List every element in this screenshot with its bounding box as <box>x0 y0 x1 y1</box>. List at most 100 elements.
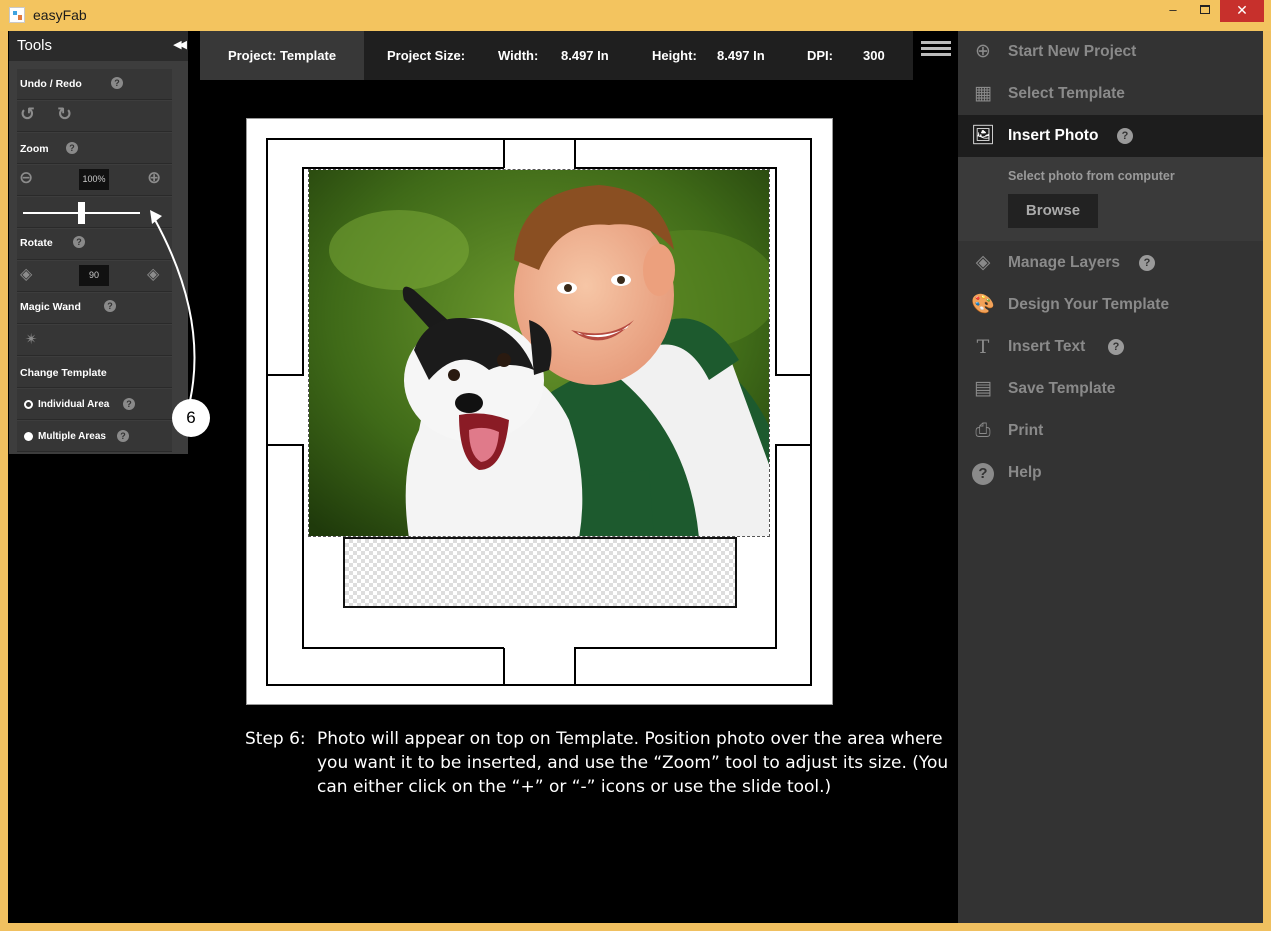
close-button[interactable]: ✕ <box>1220 0 1264 22</box>
tools-header: Tools ◀◀ <box>9 31 188 61</box>
template-line <box>266 374 304 376</box>
maximize-button[interactable] <box>1190 0 1220 22</box>
zoom-slider-thumb[interactable] <box>78 202 85 224</box>
width-value: 8.497 In <box>561 48 609 63</box>
step-body: Photo will appear on top on Template. Po… <box>317 729 949 797</box>
sidebar-label: Start New Project <box>1008 43 1137 60</box>
template-canvas[interactable] <box>246 118 833 705</box>
rotate-help-icon[interactable]: ? <box>73 236 85 248</box>
individual-area-help-icon[interactable]: ? <box>123 398 135 410</box>
photo-boy-and-dog <box>309 170 769 536</box>
text-icon: T <box>976 336 990 358</box>
magic-wand-label: Magic Wand <box>20 301 81 313</box>
undo-icon[interactable]: ↺ <box>20 104 35 125</box>
sidebar-item-save-template[interactable]: ▤ Save Template <box>958 368 1263 410</box>
multiple-areas-help-icon[interactable]: ? <box>117 430 129 442</box>
zoom-out-icon[interactable]: ⊖ <box>19 168 33 188</box>
help-circle-icon: ? <box>971 461 995 485</box>
transparent-area <box>343 537 737 608</box>
zoom-header: Zoom ? <box>17 133 172 164</box>
template-line <box>775 445 777 649</box>
template-line <box>574 648 576 685</box>
rotate-left-icon[interactable]: ◈ <box>20 264 32 284</box>
sidebar-item-insert-photo[interactable]: 🖼 Insert Photo ? <box>958 115 1263 157</box>
individual-area-radio[interactable] <box>24 400 33 409</box>
template-line <box>810 138 812 686</box>
sidebar-item-select-template[interactable]: ▦ Select Template <box>958 73 1263 115</box>
tools-title: Tools <box>17 37 53 54</box>
change-template-label: Change Template <box>20 367 107 379</box>
step-number-callout: 6 <box>172 399 210 437</box>
plus-circle-icon: ⊕ <box>975 41 991 62</box>
height-label: Height: <box>652 48 697 63</box>
dpi-label: DPI: <box>807 48 833 63</box>
template-line <box>503 648 505 685</box>
template-line <box>266 138 812 140</box>
project-size-label: Project Size: <box>387 48 466 63</box>
sidebar-label: Print <box>1008 422 1044 439</box>
project-tab[interactable]: Project: Template <box>200 31 364 80</box>
sidebar-item-print[interactable]: ⎙ Print <box>958 410 1263 452</box>
template-grid-icon: ▦ <box>974 83 992 104</box>
zoom-value-field[interactable]: 100% <box>79 169 109 190</box>
template-line <box>302 167 304 375</box>
sidebar-item-help[interactable]: ? Help <box>958 452 1263 494</box>
browse-button[interactable]: Browse <box>1008 194 1098 228</box>
multiple-areas-label: Multiple Areas <box>38 431 106 442</box>
insert-photo-panel: Select photo from computer Browse <box>958 157 1263 241</box>
insert-text-help-icon[interactable]: ? <box>1108 339 1124 355</box>
image-icon: 🖼 <box>971 125 996 146</box>
template-line <box>775 444 812 446</box>
window-title: easyFab <box>33 7 87 23</box>
undo-redo-header: Undo / Redo ? <box>17 69 172 100</box>
template-line <box>302 647 504 649</box>
multiple-areas-radio[interactable] <box>24 432 33 441</box>
height-value: 8.497 In <box>717 48 765 63</box>
sidebar-label: Insert Photo <box>1008 127 1099 144</box>
manage-layers-help-icon[interactable]: ? <box>1139 255 1155 271</box>
title-bar: easyFab – ✕ <box>0 0 1271 31</box>
sidebar-label: Design Your Template <box>1008 296 1170 313</box>
step-label: Step 6: <box>245 729 306 749</box>
minimize-button[interactable]: – <box>1158 0 1188 22</box>
insert-photo-description: Select photo from computer <box>1008 169 1175 183</box>
sidebar-item-manage-layers[interactable]: ◈ Manage Layers ? <box>958 242 1263 284</box>
inserted-photo[interactable] <box>308 169 770 537</box>
template-line <box>574 647 777 649</box>
rotate-value-field[interactable]: 90 <box>79 265 109 286</box>
layers-icon: ◈ <box>975 252 991 273</box>
template-line <box>266 138 268 686</box>
project-info-bar: Project: Template Project Size: Width: 8… <box>200 31 913 80</box>
individual-area-label: Individual Area <box>38 399 110 410</box>
undo-redo-help-icon[interactable]: ? <box>111 77 123 89</box>
sidebar-item-insert-text[interactable]: T Insert Text ? <box>958 326 1263 368</box>
template-line <box>574 138 576 168</box>
sidebar-item-start-new-project[interactable]: ⊕ Start New Project <box>958 31 1263 73</box>
undo-redo-controls: ↺ ↻ <box>17 101 172 132</box>
app-logo-icon <box>9 7 25 23</box>
app-content: Tools ◀◀ Undo / Redo ? ↺ ↻ Zoom ? ⊖ 100%… <box>8 31 1263 923</box>
hamburger-menu-icon[interactable] <box>921 41 951 59</box>
template-line <box>503 138 505 168</box>
palette-icon: 🎨 <box>971 294 995 315</box>
sidebar-label: Help <box>1008 464 1042 481</box>
collapse-panel-icon[interactable]: ◀◀ <box>173 38 187 51</box>
sidebar-label: Insert Text <box>1008 338 1086 355</box>
template-line <box>302 445 304 649</box>
zoom-controls: ⊖ 100% ⊕ <box>17 165 172 196</box>
dpi-value: 300 <box>863 48 885 63</box>
template-line <box>775 167 777 375</box>
magic-wand-help-icon[interactable]: ? <box>104 300 116 312</box>
right-sidebar: ⊕ Start New Project ▦ Select Template 🖼 … <box>958 31 1263 923</box>
printer-icon: ⎙ <box>975 420 991 441</box>
zoom-label: Zoom <box>20 143 49 155</box>
template-line <box>266 684 812 686</box>
redo-icon[interactable]: ↻ <box>57 104 72 125</box>
zoom-help-icon[interactable]: ? <box>66 142 78 154</box>
zoom-in-icon[interactable]: ⊕ <box>147 168 161 188</box>
sidebar-label: Manage Layers <box>1008 254 1120 271</box>
sidebar-item-design-template[interactable]: 🎨 Design Your Template <box>958 284 1263 326</box>
insert-photo-help-icon[interactable]: ? <box>1117 128 1133 144</box>
save-template-icon: ▤ <box>974 378 992 399</box>
magic-wand-icon[interactable]: ✴ <box>25 330 38 348</box>
